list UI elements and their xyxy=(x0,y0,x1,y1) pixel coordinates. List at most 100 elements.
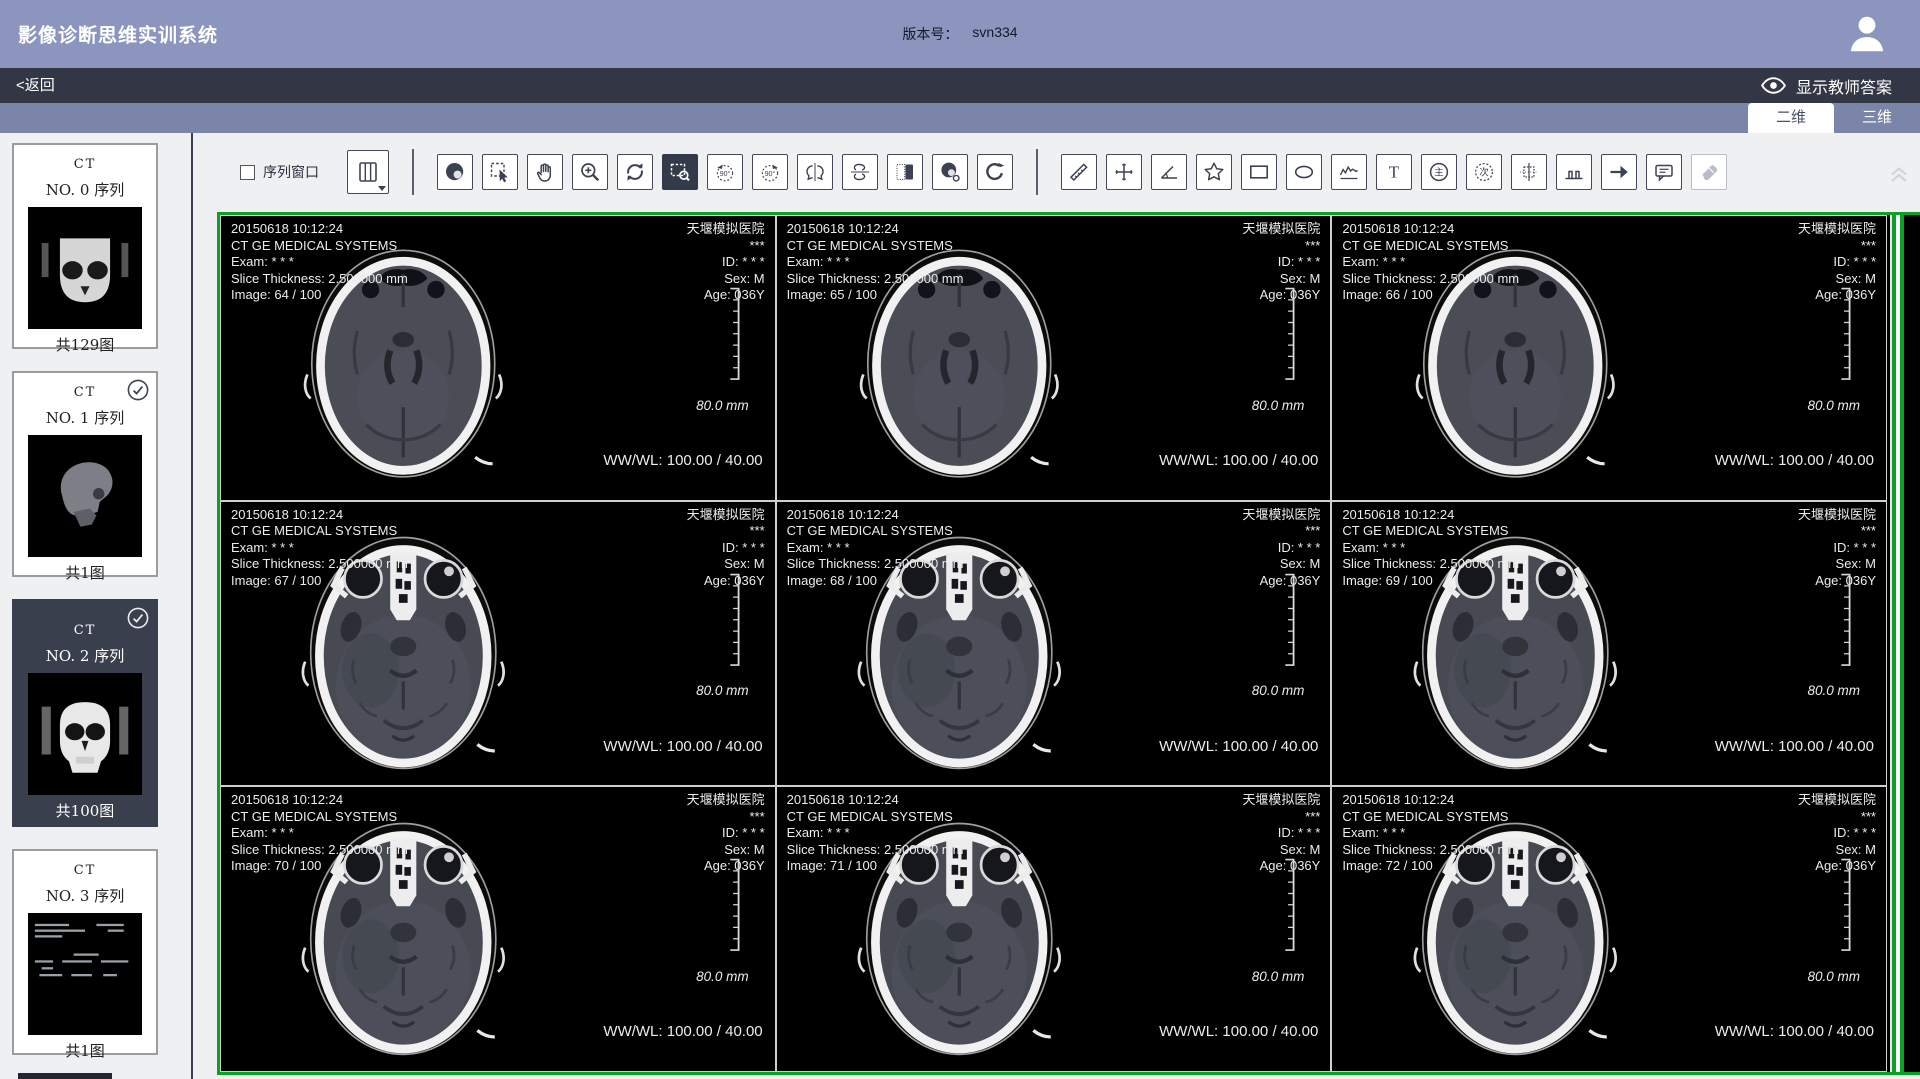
overlay-datetime: 20150618 10:12:24 xyxy=(1342,507,1519,524)
overlay-patient-id: ID: * * * xyxy=(1242,254,1320,271)
overlay-manufacturer: CT GE MEDICAL SYSTEMS xyxy=(231,809,408,826)
tool-pan[interactable] xyxy=(527,154,563,190)
tool-crosshair[interactable] xyxy=(1106,154,1142,190)
overlay-sex: Sex: M xyxy=(1798,556,1876,573)
tool-icon xyxy=(1157,160,1181,184)
collapse-toolbar-button[interactable] xyxy=(1886,158,1912,190)
scale-ruler-icon xyxy=(1834,858,1856,952)
overlay-patient-name: *** xyxy=(687,523,765,540)
window-level-label: WW/WL: 100.00 / 40.00 xyxy=(1715,453,1874,470)
tool-flip-horizontal[interactable] xyxy=(797,154,833,190)
viewer-cell-4[interactable]: 20150618 10:12:24 CT GE MEDICAL SYSTEMS … xyxy=(777,502,1331,786)
overlay-patient-id: ID: * * * xyxy=(687,540,765,557)
tab-二维[interactable]: 二维 xyxy=(1748,103,1834,133)
window-level-label: WW/WL: 100.00 / 40.00 xyxy=(603,453,762,470)
series-thumbnail xyxy=(28,673,142,795)
tool-comment[interactable] xyxy=(1646,154,1682,190)
overlay-manufacturer: CT GE MEDICAL SYSTEMS xyxy=(231,238,408,255)
viewer-cell-1[interactable]: 20150618 10:12:24 CT GE MEDICAL SYSTEMS … xyxy=(777,216,1331,500)
scale-ruler-icon xyxy=(723,573,745,667)
tool-icon xyxy=(1427,160,1451,184)
show-teacher-answer-button[interactable]: 显示教师答案 xyxy=(1760,68,1892,103)
overlay-patient-name: *** xyxy=(687,809,765,826)
tool-arrow-annotation[interactable] xyxy=(1601,154,1637,190)
viewer-cell-6[interactable]: 20150618 10:12:24 CT GE MEDICAL SYSTEMS … xyxy=(221,787,775,1071)
tool-region-zoom[interactable] xyxy=(662,154,698,190)
series-card-0[interactable]: CT NO. 0 序列 共129图 xyxy=(12,143,158,349)
series-card-partial[interactable] xyxy=(18,1073,112,1079)
series-card-3[interactable]: CT NO. 3 序列 共1图 xyxy=(12,849,158,1055)
tool-measure-line[interactable] xyxy=(1061,154,1097,190)
series-window-toggle[interactable]: 序列窗口 xyxy=(240,162,319,182)
overlay-hospital: 天堰模拟医院 xyxy=(1798,221,1876,238)
viewer-cell-2[interactable]: 20150618 10:12:24 CT GE MEDICAL SYSTEMS … xyxy=(1332,216,1886,500)
tool-window-level[interactable] xyxy=(437,154,473,190)
tool-icon xyxy=(1337,160,1361,184)
tool-flip-vertical[interactable] xyxy=(842,154,878,190)
overlay-datetime: 20150618 10:12:24 xyxy=(231,792,408,809)
overlay-exam: Exam: * * * xyxy=(1342,825,1519,842)
overlay-datetime: 20150618 10:12:24 xyxy=(787,792,964,809)
tool-main-mark[interactable] xyxy=(1421,154,1457,190)
series-window-checkbox[interactable] xyxy=(240,165,255,180)
tool-ellipse[interactable] xyxy=(1286,154,1322,190)
toolbar-separator xyxy=(1036,149,1038,195)
tool-rotate[interactable] xyxy=(617,154,653,190)
tool-invert[interactable] xyxy=(887,154,923,190)
series-thumbnail xyxy=(28,207,142,329)
overlay-hospital: 天堰模拟医院 xyxy=(1242,792,1320,809)
tool-window-level-preset[interactable] xyxy=(932,154,968,190)
overlay-manufacturer: CT GE MEDICAL SYSTEMS xyxy=(1342,809,1519,826)
scale-label: 80.0 mm xyxy=(696,683,749,700)
tool-rotate-90-left[interactable] xyxy=(707,154,743,190)
tool-star[interactable] xyxy=(1196,154,1232,190)
overlay-sex: Sex: M xyxy=(687,842,765,859)
overlay-manufacturer: CT GE MEDICAL SYSTEMS xyxy=(231,523,408,540)
eye-icon xyxy=(1760,76,1787,95)
tool-eraser[interactable] xyxy=(1691,154,1727,190)
overlay-slice-thickness: Slice Thickness: 2.500000 mm xyxy=(787,842,964,859)
tool-zoom-in[interactable] xyxy=(572,154,608,190)
viewer-cell-5[interactable]: 20150618 10:12:24 CT GE MEDICAL SYSTEMS … xyxy=(1332,502,1886,786)
tool-rectangle[interactable] xyxy=(1241,154,1277,190)
overlay-slice-thickness: Slice Thickness: 2.500000 mm xyxy=(787,556,964,573)
overlay-datetime: 20150618 10:12:24 xyxy=(787,221,964,238)
tool-icon xyxy=(713,160,737,184)
user-menu-button[interactable] xyxy=(1844,11,1890,57)
tool-layout[interactable] xyxy=(347,150,389,194)
overlay-image-number: Image: 66 / 100 xyxy=(1342,287,1519,304)
scale-ruler-icon xyxy=(1278,573,1300,667)
tool-icon xyxy=(578,160,602,184)
viewer-scrollbar[interactable] xyxy=(1890,215,1905,1072)
tool-angle[interactable] xyxy=(1151,154,1187,190)
overlay-sex: Sex: M xyxy=(1242,271,1320,288)
scale-label: 80.0 mm xyxy=(1252,969,1305,986)
series-card-2[interactable]: CT NO. 2 序列 共100图 xyxy=(12,599,158,827)
series-name: NO. 3 序列 xyxy=(14,885,156,906)
tool-curve[interactable] xyxy=(1331,154,1367,190)
app-header: 影像诊断思维实训系统 版本号： svn334 xyxy=(0,0,1920,68)
nav-bar: <返回 显示教师答案 xyxy=(0,68,1920,103)
viewer-cell-8[interactable]: 20150618 10:12:24 CT GE MEDICAL SYSTEMS … xyxy=(1332,787,1886,1071)
series-sidebar: CT NO. 0 序列 共129图 CT NO. 1 序列 共1图 CT NO.… xyxy=(0,133,193,1079)
scale-ruler-icon xyxy=(1278,858,1300,952)
tool-symmetry[interactable] xyxy=(1511,154,1547,190)
tool-select[interactable] xyxy=(482,154,518,190)
series-card-1[interactable]: CT NO. 1 序列 共1图 xyxy=(12,371,158,577)
viewer-cell-3[interactable]: 20150618 10:12:24 CT GE MEDICAL SYSTEMS … xyxy=(221,502,775,786)
overlay-patient-name: *** xyxy=(1242,523,1320,540)
tool-sub-mark[interactable] xyxy=(1466,154,1502,190)
check-circle-icon xyxy=(126,606,150,630)
tool-text-annotation[interactable] xyxy=(1376,154,1412,190)
tool-reset[interactable] xyxy=(977,154,1013,190)
scale-ruler-icon xyxy=(723,287,745,381)
back-button[interactable]: <返回 xyxy=(16,68,55,103)
viewer-cell-7[interactable]: 20150618 10:12:24 CT GE MEDICAL SYSTEMS … xyxy=(777,787,1331,1071)
overlay-image-number: Image: 71 / 100 xyxy=(787,858,964,875)
tab-三维[interactable]: 三维 xyxy=(1834,103,1920,133)
overlay-patient-id: ID: * * * xyxy=(1798,540,1876,557)
tool-profile-histogram[interactable] xyxy=(1556,154,1592,190)
series-image-count: 共1图 xyxy=(14,1040,156,1061)
viewer-cell-0[interactable]: 20150618 10:12:24 CT GE MEDICAL SYSTEMS … xyxy=(221,216,775,500)
tool-rotate-90-right[interactable] xyxy=(752,154,788,190)
